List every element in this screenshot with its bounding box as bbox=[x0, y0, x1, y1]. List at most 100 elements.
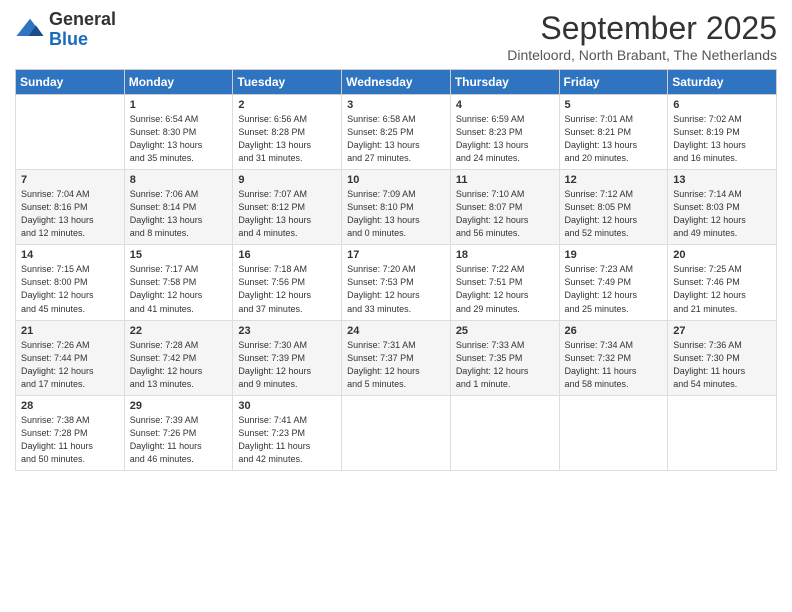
day-info: Sunrise: 7:01 AMSunset: 8:21 PMDaylight:… bbox=[565, 113, 663, 165]
calendar-cell: 27 Sunrise: 7:36 AMSunset: 7:30 PMDayligh… bbox=[668, 320, 777, 395]
calendar-cell: 25 Sunrise: 7:33 AMSunset: 7:35 PMDayligh… bbox=[450, 320, 559, 395]
day-number: 14 bbox=[21, 249, 119, 261]
calendar-week-row: 1 Sunrise: 6:54 AMSunset: 8:30 PMDaylight… bbox=[16, 95, 777, 170]
calendar-header-row: SundayMondayTuesdayWednesdayThursdayFrid… bbox=[16, 70, 777, 95]
day-number: 1 bbox=[130, 99, 228, 111]
day-number: 25 bbox=[456, 325, 554, 337]
day-info: Sunrise: 7:26 AMSunset: 7:44 PMDaylight:… bbox=[21, 339, 119, 391]
calendar-cell: 11Sunrise: 7:10 AMSunset: 8:07 PMDayligh… bbox=[450, 170, 559, 245]
calendar-week-row: 21 Sunrise: 7:26 AMSunset: 7:44 PMDayligh… bbox=[16, 320, 777, 395]
month-title: September 2025 bbox=[507, 10, 777, 47]
logo-general: General bbox=[49, 9, 116, 29]
day-number: 18 bbox=[456, 249, 554, 261]
day-number: 23 bbox=[238, 325, 336, 337]
day-number: 5 bbox=[565, 99, 663, 111]
weekday-header: Thursday bbox=[450, 70, 559, 95]
day-info: Sunrise: 7:25 AMSunset: 7:46 PMDaylight:… bbox=[673, 263, 771, 315]
day-number: 2 bbox=[238, 99, 336, 111]
page-header: General Blue September 2025 Dinteloord, … bbox=[15, 10, 777, 63]
day-info: Sunrise: 7:10 AMSunset: 8:07 PMDaylight:… bbox=[456, 188, 554, 240]
calendar-cell: 18 Sunrise: 7:22 AMSunset: 7:51 PMDayligh… bbox=[450, 245, 559, 320]
day-number: 28 bbox=[21, 400, 119, 412]
calendar-cell bbox=[559, 395, 668, 470]
day-number: 20 bbox=[673, 249, 771, 261]
logo-icon bbox=[15, 15, 45, 45]
calendar-cell: 28 Sunrise: 7:38 AMSunset: 7:28 PMDayligh… bbox=[16, 395, 125, 470]
weekday-header: Wednesday bbox=[342, 70, 451, 95]
logo-blue: Blue bbox=[49, 29, 88, 49]
calendar-cell: 13 Sunrise: 7:14 AMSunset: 8:03 PMDayligh… bbox=[668, 170, 777, 245]
day-info: Sunrise: 7:07 AMSunset: 8:12 PMDaylight:… bbox=[238, 188, 336, 240]
day-number: 22 bbox=[130, 325, 228, 337]
calendar-cell: 15 Sunrise: 7:17 AMSunset: 7:58 PMDayligh… bbox=[124, 245, 233, 320]
day-info: Sunrise: 7:41 AMSunset: 7:23 PMDaylight:… bbox=[238, 414, 336, 466]
day-info: Sunrise: 7:38 AMSunset: 7:28 PMDaylight:… bbox=[21, 414, 119, 466]
day-number: 15 bbox=[130, 249, 228, 261]
day-info: Sunrise: 7:12 AMSunset: 8:05 PMDaylight:… bbox=[565, 188, 663, 240]
day-number: 29 bbox=[130, 400, 228, 412]
day-number: 16 bbox=[238, 249, 336, 261]
calendar-cell: 12Sunrise: 7:12 AMSunset: 8:05 PMDayligh… bbox=[559, 170, 668, 245]
calendar-cell bbox=[668, 395, 777, 470]
calendar-cell: 7 Sunrise: 7:04 AMSunset: 8:16 PMDaylight… bbox=[16, 170, 125, 245]
day-number: 7 bbox=[21, 174, 119, 186]
day-info: Sunrise: 6:54 AMSunset: 8:30 PMDaylight:… bbox=[130, 113, 228, 165]
calendar-cell: 21 Sunrise: 7:26 AMSunset: 7:44 PMDayligh… bbox=[16, 320, 125, 395]
day-number: 9 bbox=[238, 174, 336, 186]
day-info: Sunrise: 7:14 AMSunset: 8:03 PMDaylight:… bbox=[673, 188, 771, 240]
weekday-header: Sunday bbox=[16, 70, 125, 95]
calendar-week-row: 7 Sunrise: 7:04 AMSunset: 8:16 PMDaylight… bbox=[16, 170, 777, 245]
day-number: 26 bbox=[565, 325, 663, 337]
day-info: Sunrise: 7:36 AMSunset: 7:30 PMDaylight:… bbox=[673, 339, 771, 391]
calendar-cell: 24 Sunrise: 7:31 AMSunset: 7:37 PMDayligh… bbox=[342, 320, 451, 395]
calendar-cell: 29 Sunrise: 7:39 AMSunset: 7:26 PMDayligh… bbox=[124, 395, 233, 470]
title-block: September 2025 Dinteloord, North Brabant… bbox=[507, 10, 777, 63]
day-info: Sunrise: 7:20 AMSunset: 7:53 PMDaylight:… bbox=[347, 263, 445, 315]
calendar-cell: 30 Sunrise: 7:41 AMSunset: 7:23 PMDayligh… bbox=[233, 395, 342, 470]
day-info: Sunrise: 7:31 AMSunset: 7:37 PMDaylight:… bbox=[347, 339, 445, 391]
calendar-cell bbox=[16, 95, 125, 170]
day-info: Sunrise: 7:28 AMSunset: 7:42 PMDaylight:… bbox=[130, 339, 228, 391]
calendar-cell: 26 Sunrise: 7:34 AMSunset: 7:32 PMDayligh… bbox=[559, 320, 668, 395]
day-info: Sunrise: 7:39 AMSunset: 7:26 PMDaylight:… bbox=[130, 414, 228, 466]
calendar-cell: 23 Sunrise: 7:30 AMSunset: 7:39 PMDayligh… bbox=[233, 320, 342, 395]
day-info: Sunrise: 6:58 AMSunset: 8:25 PMDaylight:… bbox=[347, 113, 445, 165]
day-info: Sunrise: 7:23 AMSunset: 7:49 PMDaylight:… bbox=[565, 263, 663, 315]
calendar-cell: 2 Sunrise: 6:56 AMSunset: 8:28 PMDaylight… bbox=[233, 95, 342, 170]
day-info: Sunrise: 7:18 AMSunset: 7:56 PMDaylight:… bbox=[238, 263, 336, 315]
day-info: Sunrise: 7:02 AMSunset: 8:19 PMDaylight:… bbox=[673, 113, 771, 165]
weekday-header: Tuesday bbox=[233, 70, 342, 95]
calendar-cell: 5 Sunrise: 7:01 AMSunset: 8:21 PMDaylight… bbox=[559, 95, 668, 170]
day-info: Sunrise: 7:22 AMSunset: 7:51 PMDaylight:… bbox=[456, 263, 554, 315]
calendar-week-row: 28 Sunrise: 7:38 AMSunset: 7:28 PMDayligh… bbox=[16, 395, 777, 470]
day-number: 27 bbox=[673, 325, 771, 337]
day-number: 4 bbox=[456, 99, 554, 111]
weekday-header: Saturday bbox=[668, 70, 777, 95]
day-number: 21 bbox=[21, 325, 119, 337]
day-number: 30 bbox=[238, 400, 336, 412]
day-info: Sunrise: 7:30 AMSunset: 7:39 PMDaylight:… bbox=[238, 339, 336, 391]
weekday-header: Friday bbox=[559, 70, 668, 95]
location-subtitle: Dinteloord, North Brabant, The Netherlan… bbox=[507, 47, 777, 63]
calendar-cell: 9 Sunrise: 7:07 AMSunset: 8:12 PMDaylight… bbox=[233, 170, 342, 245]
day-number: 13 bbox=[673, 174, 771, 186]
day-info: Sunrise: 7:17 AMSunset: 7:58 PMDaylight:… bbox=[130, 263, 228, 315]
calendar-cell: 8Sunrise: 7:06 AMSunset: 8:14 PMDaylight… bbox=[124, 170, 233, 245]
calendar-cell bbox=[450, 395, 559, 470]
day-number: 6 bbox=[673, 99, 771, 111]
calendar-week-row: 14 Sunrise: 7:15 AMSunset: 8:00 PMDayligh… bbox=[16, 245, 777, 320]
logo: General Blue bbox=[15, 10, 116, 50]
calendar-cell: 16 Sunrise: 7:18 AMSunset: 7:56 PMDayligh… bbox=[233, 245, 342, 320]
day-info: Sunrise: 6:56 AMSunset: 8:28 PMDaylight:… bbox=[238, 113, 336, 165]
day-info: Sunrise: 7:04 AMSunset: 8:16 PMDaylight:… bbox=[21, 188, 119, 240]
calendar-cell: 14 Sunrise: 7:15 AMSunset: 8:00 PMDayligh… bbox=[16, 245, 125, 320]
day-info: Sunrise: 7:34 AMSunset: 7:32 PMDaylight:… bbox=[565, 339, 663, 391]
day-info: Sunrise: 7:15 AMSunset: 8:00 PMDaylight:… bbox=[21, 263, 119, 315]
calendar-cell: 20 Sunrise: 7:25 AMSunset: 7:46 PMDayligh… bbox=[668, 245, 777, 320]
day-info: Sunrise: 6:59 AMSunset: 8:23 PMDaylight:… bbox=[456, 113, 554, 165]
day-number: 24 bbox=[347, 325, 445, 337]
day-info: Sunrise: 7:06 AMSunset: 8:14 PMDaylight:… bbox=[130, 188, 228, 240]
day-info: Sunrise: 7:33 AMSunset: 7:35 PMDaylight:… bbox=[456, 339, 554, 391]
calendar-cell: 10Sunrise: 7:09 AMSunset: 8:10 PMDayligh… bbox=[342, 170, 451, 245]
calendar-cell: 6 Sunrise: 7:02 AMSunset: 8:19 PMDaylight… bbox=[668, 95, 777, 170]
